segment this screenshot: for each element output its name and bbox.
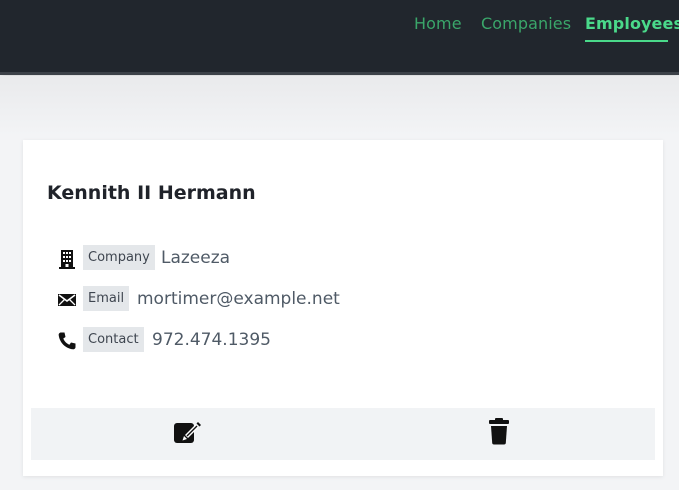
page-header-band [0, 76, 679, 136]
company-row: Company Lazeeza [23, 245, 623, 271]
contact-value: 972.474.1395 [152, 330, 271, 350]
active-nav-indicator [585, 40, 668, 42]
nav-link-employees[interactable]: Employees [585, 14, 679, 33]
phone-icon [57, 331, 77, 351]
employee-card: Kennith II Hermann Company Lazeeza Email… [23, 140, 663, 476]
email-value: mortimer@example.net [137, 289, 340, 309]
nav-link-companies[interactable]: Companies [481, 14, 571, 33]
delete-button[interactable] [484, 418, 514, 448]
top-navbar: Home Companies Employees [0, 0, 679, 72]
edit-button[interactable] [172, 418, 202, 448]
envelope-icon [57, 290, 77, 310]
building-icon [57, 249, 77, 269]
company-label-badge: Company [83, 245, 155, 270]
email-row: Email mortimer@example.net [23, 286, 623, 312]
employee-name: Kennith II Hermann [47, 182, 256, 204]
company-value: Lazeeza [161, 248, 231, 268]
trash-icon [484, 416, 514, 450]
edit-icon [172, 416, 202, 450]
contact-row: Contact 972.474.1395 [23, 327, 623, 353]
contact-label-badge: Contact [83, 327, 144, 352]
nav-link-home[interactable]: Home [414, 14, 462, 33]
card-actions-bar [31, 408, 655, 460]
email-label-badge: Email [83, 286, 130, 311]
